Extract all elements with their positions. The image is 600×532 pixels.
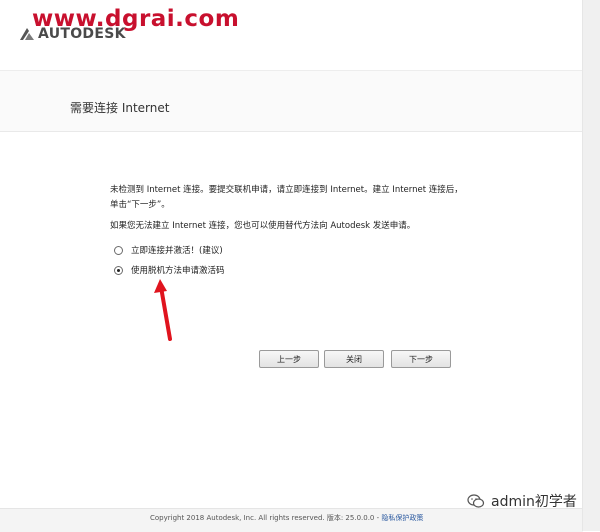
- radio-offline[interactable]: [114, 265, 123, 275]
- option-connect-now-label: 立即连接并激活！(建议): [131, 246, 223, 256]
- option-offline-label: 使用脱机方法申请激活码: [131, 266, 225, 276]
- copyright-text: Copyright 2018 Autodesk, Inc. All rights…: [150, 513, 423, 523]
- page-title: 需要连接 Internet: [70, 101, 170, 115]
- wechat-icon: [467, 494, 485, 508]
- wechat-label: admin初学者: [491, 494, 577, 510]
- privacy-link[interactable]: 隐私保护政策: [381, 514, 423, 522]
- message-line-1: 未检测到 Internet 连接。要提交联机申请，请立即连接到 Internet…: [110, 185, 463, 210]
- message-content: 未检测到 Internet 连接。要提交联机申请，请立即连接到 Internet…: [110, 183, 470, 234]
- radio-connect-now[interactable]: [114, 245, 123, 255]
- title-band: 需要连接 Internet: [0, 71, 583, 132]
- next-button[interactable]: 下一步: [391, 350, 451, 368]
- message-line-2: 如果您无法建立 Internet 连接，您也可以使用替代方法向 Autodesk…: [110, 221, 416, 231]
- copyright-label: Copyright 2018 Autodesk, Inc. All rights…: [150, 514, 382, 522]
- autodesk-logo-icon: [20, 28, 34, 40]
- option-connect-now[interactable]: 立即连接并激活！(建议): [114, 244, 223, 256]
- header: www.dgrai.com AUTODESK: [0, 0, 583, 71]
- back-button[interactable]: 上一步: [259, 350, 319, 368]
- wechat-watermark: admin初学者: [467, 491, 577, 511]
- option-offline[interactable]: 使用脱机方法申请激活码: [114, 264, 225, 276]
- right-scrollbar[interactable]: [582, 0, 600, 531]
- autodesk-logo: AUTODESK: [19, 26, 126, 42]
- logo-text: AUTODESK: [38, 26, 126, 42]
- red-arrow-annotation: [154, 279, 172, 341]
- close-button[interactable]: 关闭: [324, 350, 384, 368]
